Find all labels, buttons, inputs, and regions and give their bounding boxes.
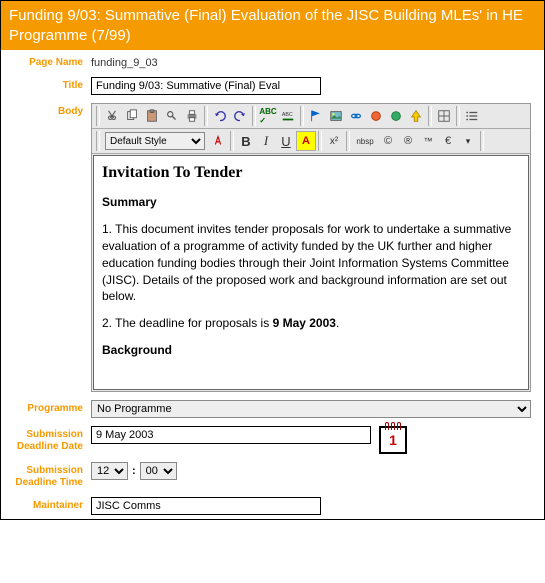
row-body: Body ABC✓ ABC	[1, 99, 544, 396]
cut-icon[interactable]	[102, 106, 122, 126]
row-page-name: Page Name funding_9_03	[1, 50, 544, 73]
sep	[300, 106, 304, 126]
toolbar-1: ABC✓ ABC	[92, 104, 530, 129]
italic-button[interactable]: I	[256, 131, 276, 151]
sep	[96, 131, 100, 151]
row-maintainer: Maintainer	[1, 493, 544, 519]
svg-text:ABC: ABC	[282, 112, 293, 118]
toolbar-2: Default Style B I U A x² nbsp © ® ™ € ▾	[92, 129, 530, 154]
highlight-icon[interactable]: A	[296, 131, 316, 151]
body-para-1: 1. This document invites tender proposal…	[102, 221, 520, 305]
euro-button[interactable]: €	[438, 131, 458, 151]
header-title: Funding 9/03: Summative (Final) Evaluati…	[9, 7, 523, 44]
calendar-day: 1	[381, 432, 405, 448]
calendar-icon[interactable]: 1	[379, 426, 407, 454]
label-programme: Programme	[9, 400, 91, 415]
redo-icon[interactable]	[230, 106, 250, 126]
color-icon[interactable]	[386, 106, 406, 126]
list-icon[interactable]	[462, 106, 482, 126]
sep	[230, 131, 234, 151]
sep	[204, 106, 208, 126]
table-icon[interactable]	[434, 106, 454, 126]
sep	[252, 106, 256, 126]
programme-select[interactable]: No Programme	[91, 400, 531, 418]
spellcheck-icon[interactable]: ABC✓	[258, 106, 278, 126]
spellcheck-config-icon[interactable]: ABC	[278, 106, 298, 126]
value-page-name: funding_9_03	[91, 54, 158, 69]
sep	[96, 106, 100, 126]
undo-icon[interactable]	[210, 106, 230, 126]
sep	[346, 131, 350, 151]
sep	[318, 131, 322, 151]
flag-icon[interactable]	[306, 106, 326, 126]
body-subhead-2: Background	[102, 342, 520, 359]
registered-button[interactable]: ®	[398, 131, 418, 151]
title-input[interactable]	[91, 77, 321, 95]
sep	[428, 106, 432, 126]
more-icon[interactable]: ▾	[458, 131, 478, 151]
label-maintainer: Maintainer	[9, 497, 91, 512]
calendar-spiral	[384, 422, 402, 430]
anchor-icon[interactable]	[366, 106, 386, 126]
print-icon[interactable]	[182, 106, 202, 126]
trademark-button[interactable]: ™	[418, 131, 438, 151]
superscript-button[interactable]: x²	[324, 131, 344, 151]
hour-select[interactable]: 12	[91, 462, 128, 480]
editor-body[interactable]: Invitation To Tender Summary 1. This doc…	[93, 155, 529, 390]
arrow-up-icon[interactable]	[406, 106, 426, 126]
label-title: Title	[9, 77, 91, 92]
style-select[interactable]: Default Style	[105, 132, 205, 150]
link-icon[interactable]	[346, 106, 366, 126]
image-icon[interactable]	[326, 106, 346, 126]
time-controls: 12 : 00	[91, 462, 177, 480]
row-programme: Programme No Programme	[1, 396, 544, 422]
body-heading: Invitation To Tender	[102, 162, 520, 184]
maintainer-input[interactable]	[91, 497, 321, 515]
deadline-date-input[interactable]	[91, 426, 371, 444]
font-color-icon[interactable]	[208, 131, 228, 151]
row-deadline-time: Submission Deadline Time 12 : 00	[1, 458, 544, 493]
copy-icon[interactable]	[122, 106, 142, 126]
paste-icon[interactable]	[142, 106, 162, 126]
minute-select[interactable]: 00	[140, 462, 177, 480]
sep	[480, 131, 484, 151]
label-deadline-date: Submission Deadline Date	[9, 426, 91, 453]
find-icon[interactable]	[162, 106, 182, 126]
label-body: Body	[9, 103, 91, 118]
rich-text-editor: ABC✓ ABC Default Style B I U A	[91, 103, 531, 392]
bold-button[interactable]: B	[236, 131, 256, 151]
label-deadline-time: Submission Deadline Time	[9, 462, 91, 489]
underline-button[interactable]: U	[276, 131, 296, 151]
time-separator: :	[132, 465, 136, 477]
label-page-name: Page Name	[9, 54, 91, 69]
row-title: Title	[1, 73, 544, 99]
row-deadline-date: Submission Deadline Date 1	[1, 422, 544, 458]
body-para-2: 2. The deadline for proposals is 9 May 2…	[102, 315, 520, 332]
sep	[456, 106, 460, 126]
page-header: Funding 9/03: Summative (Final) Evaluati…	[1, 1, 544, 50]
nbsp-button[interactable]: nbsp	[352, 131, 378, 151]
body-subhead-1: Summary	[102, 194, 520, 211]
copyright-button[interactable]: ©	[378, 131, 398, 151]
